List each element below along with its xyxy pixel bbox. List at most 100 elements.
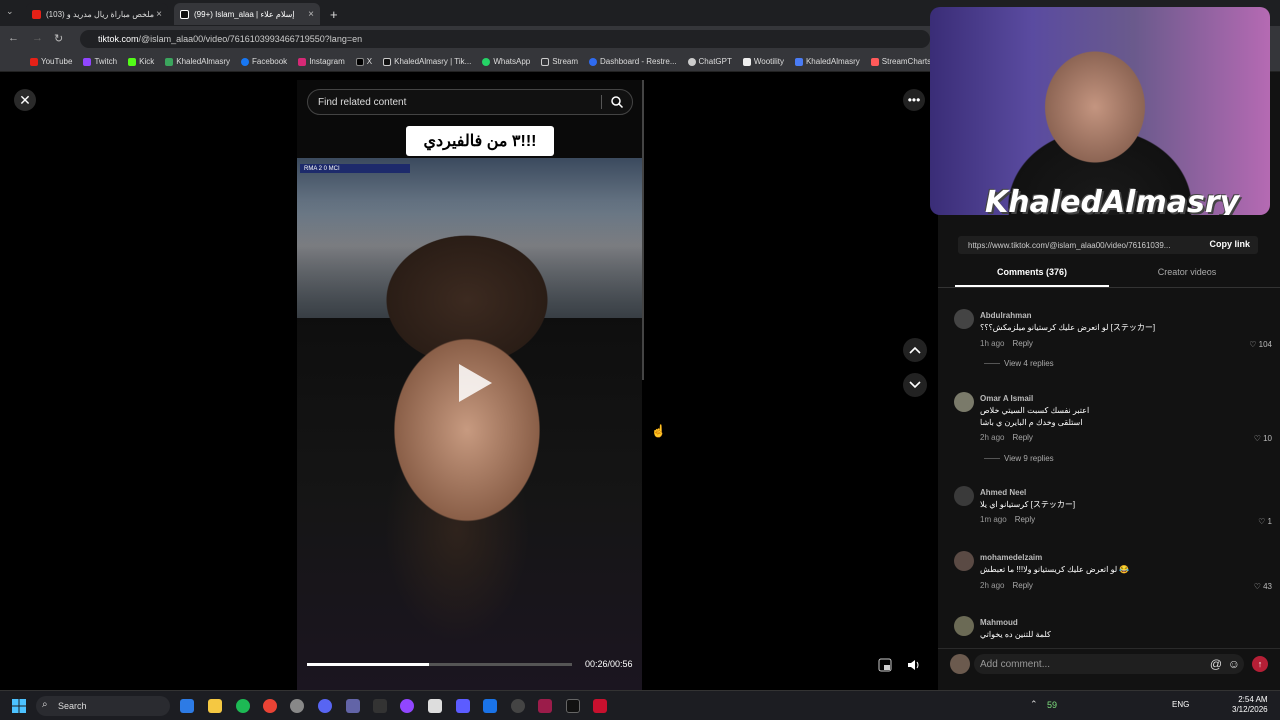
comment-username[interactable]: mohamedelzaim <box>980 553 1042 562</box>
picture-in-picture-icon[interactable] <box>877 657 893 673</box>
volume-icon[interactable] <box>906 657 922 673</box>
avatar[interactable] <box>954 551 974 571</box>
view-replies-button[interactable]: View 9 replies <box>984 454 1054 463</box>
app-icon[interactable] <box>483 699 497 713</box>
comment-likes[interactable]: ♡ 1 <box>1258 517 1272 526</box>
new-tab-button[interactable]: + <box>324 3 342 25</box>
avatar[interactable] <box>954 616 974 636</box>
comment-time: 1m ago <box>980 515 1007 524</box>
app-icon[interactable] <box>538 699 552 713</box>
bookmark-tiktok[interactable]: KhaledAlmasry | Tik... <box>383 57 471 66</box>
next-video-button[interactable] <box>903 373 927 397</box>
bookmark-whatsapp[interactable]: WhatsApp <box>482 57 530 66</box>
spotify-icon[interactable] <box>236 699 250 713</box>
kick-icon <box>128 57 137 66</box>
settings-icon[interactable] <box>290 699 304 713</box>
bookmark-streamcharts[interactable]: StreamCharts <box>870 57 932 66</box>
bookmark-kick[interactable]: Kick <box>128 57 154 66</box>
game-icon[interactable] <box>456 699 470 713</box>
bookmark-restream[interactable]: Dashboard - Restre... <box>589 57 677 66</box>
bookmark-label: ChatGPT <box>698 57 732 66</box>
bookmark-chatgpt[interactable]: ChatGPT <box>687 57 732 66</box>
bookmark-khaledalmasry-2[interactable]: KhaledAlmasry <box>794 57 860 66</box>
app-icon[interactable] <box>511 699 525 713</box>
tray-count[interactable]: 59 <box>1047 700 1057 710</box>
notepad-icon[interactable] <box>428 699 442 713</box>
tab-list-icon[interactable]: ⌄ <box>6 6 14 17</box>
play-icon[interactable] <box>455 361 495 405</box>
bookmark-instagram[interactable]: Instagram <box>298 57 345 66</box>
url-field[interactable]: tiktok.com/@islam_alaa00/video/761610399… <box>80 30 930 48</box>
bookmark-twitch[interactable]: Twitch <box>83 57 117 66</box>
bookmark-label: Dashboard - Restre... <box>600 57 677 66</box>
tab-comments[interactable]: Comments (376) <box>955 267 1109 287</box>
file-explorer-icon[interactable] <box>208 699 222 713</box>
apps-icon[interactable] <box>346 699 360 713</box>
chevron-up-icon[interactable]: ⌃ <box>1030 699 1044 713</box>
tab-creator-videos[interactable]: Creator videos <box>1110 267 1264 287</box>
send-comment-button[interactable]: ↑ <box>1252 656 1268 672</box>
comment-username[interactable]: Mahmoud <box>980 618 1018 627</box>
bookmark-label: StreamCharts <box>881 57 932 66</box>
chrome-icon[interactable] <box>263 699 277 713</box>
search-icon[interactable] <box>610 95 624 109</box>
forward-icon[interactable]: → <box>32 32 43 44</box>
clock-date: 3/12/2026 <box>1232 705 1268 714</box>
comment-likes[interactable]: ♡ 43 <box>1254 582 1272 591</box>
app-icon[interactable] <box>400 699 414 713</box>
reply-button[interactable]: Reply <box>1012 581 1032 590</box>
bookmark-stream[interactable]: Stream <box>541 57 578 66</box>
avatar[interactable] <box>954 392 974 412</box>
copilot-icon[interactable] <box>180 699 194 713</box>
reply-button[interactable]: Reply <box>1012 339 1032 348</box>
close-icon[interactable]: × <box>308 9 314 20</box>
comment-text: لو اتعرض عليك كريستيانو ولا!!! ما تعبطش … <box>980 565 1130 574</box>
clock[interactable]: 2:54 AM 3/12/2026 <box>1232 695 1268 715</box>
bookmark-khaledalmasry[interactable]: KhaledAlmasry <box>165 57 230 66</box>
like-count: 1 <box>1267 517 1272 526</box>
tab-tiktok[interactable]: (99+) Islam_alaa | إسلام علاء × <box>174 3 320 25</box>
app-icon[interactable] <box>373 699 387 713</box>
reply-button[interactable]: Reply <box>1015 515 1035 524</box>
facebook-icon <box>241 57 250 66</box>
video-caption: ٣ من فالفيردي!!! <box>406 126 554 156</box>
related-search-input[interactable]: Find related content <box>307 89 633 115</box>
back-icon[interactable]: ← <box>8 32 19 44</box>
discord-icon[interactable] <box>318 699 332 713</box>
taskbar-search[interactable]: ⌕ Search <box>36 696 170 716</box>
windows-start-icon[interactable] <box>12 699 26 713</box>
bookmark-label: X <box>366 57 373 66</box>
comment-username[interactable]: Ahmed Neel <box>980 488 1026 497</box>
bookmark-label: KhaledAlmasry <box>176 57 231 66</box>
comment-likes[interactable]: ♡ 10 <box>1254 434 1272 443</box>
copy-link-button[interactable]: Copy link <box>1209 239 1250 249</box>
comment-username[interactable]: Omar A Ismail <box>980 394 1033 403</box>
app-icon[interactable] <box>566 699 580 713</box>
reply-button[interactable]: Reply <box>1012 433 1032 442</box>
bookmark-x[interactable]: X <box>355 57 373 66</box>
avatar[interactable] <box>954 309 974 329</box>
comment-likes[interactable]: ♡ 104 <box>1249 340 1272 349</box>
previous-video-button[interactable] <box>903 338 927 362</box>
video-link-field[interactable]: https://www.tiktok.com/@islam_alaa00/vid… <box>958 236 1258 254</box>
emoji-icon[interactable]: ☺ <box>1228 657 1240 671</box>
youtube-icon <box>30 57 38 66</box>
mention-icon[interactable]: @ <box>1210 657 1222 671</box>
comment-input[interactable]: Add comment... @ ☺ <box>974 654 1244 674</box>
language-indicator[interactable]: ENG <box>1172 700 1189 709</box>
close-video-button[interactable]: ✕ <box>14 89 36 111</box>
tab-youtube[interactable]: (103) ملخص مباراة ريال مدريد و × <box>26 3 168 25</box>
reload-icon[interactable]: ↻ <box>54 32 63 45</box>
bookmark-wootility[interactable]: Wootility <box>742 57 784 66</box>
bookmark-label: Stream <box>552 57 579 66</box>
bookmark-label: KhaledAlmasry | Tik... <box>394 57 472 66</box>
app-icon[interactable] <box>593 699 607 713</box>
avatar[interactable] <box>954 486 974 506</box>
close-icon[interactable]: × <box>156 9 162 20</box>
more-options-button[interactable]: ••• <box>903 89 925 111</box>
bookmark-facebook[interactable]: Facebook <box>241 57 287 66</box>
clock-time: 2:54 AM <box>1238 695 1268 704</box>
bookmark-youtube[interactable]: YouTube <box>30 57 72 66</box>
comment-username[interactable]: Abdulrahman <box>980 311 1032 320</box>
view-replies-button[interactable]: View 4 replies <box>984 359 1054 368</box>
